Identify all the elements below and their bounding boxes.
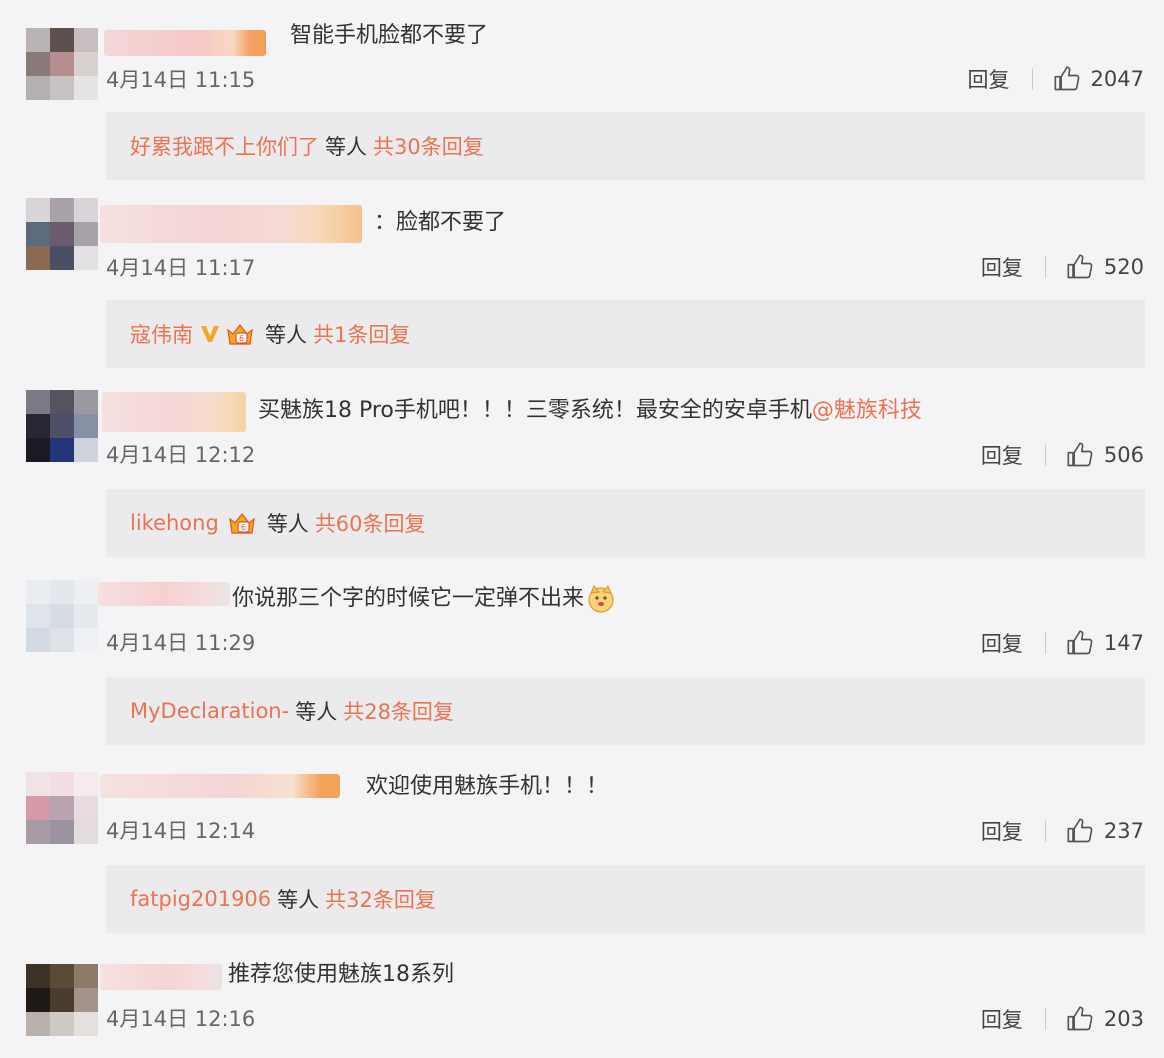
divider xyxy=(1031,68,1033,90)
like-button[interactable]: 237 xyxy=(1066,817,1144,845)
thumbs-up-icon xyxy=(1067,630,1093,655)
svg-text:6: 6 xyxy=(241,523,246,532)
username-blurred[interactable] xyxy=(104,30,266,56)
reply-button[interactable]: 回复 xyxy=(981,816,1023,846)
timestamp: 4月14日 11:15 xyxy=(106,68,256,92)
comment-text: 你说那三个字的时候它一定弹不出来 xyxy=(232,584,616,614)
doge-emoji-icon xyxy=(586,584,616,614)
reply-summary[interactable]: 好累我跟不上你们了 等人 共30条回复 xyxy=(106,112,1145,180)
like-count: 147 xyxy=(1103,631,1144,655)
thumbs-up-icon xyxy=(1054,66,1079,91)
comment-body: 你说那三个字的时候它一定弹不出来 xyxy=(232,586,585,611)
avatar[interactable] xyxy=(26,198,98,270)
comment-text: 买魅族18 Pro手机吧！！！三零系统！最安全的安卓手机@魅族科技 xyxy=(258,396,922,426)
divider xyxy=(1044,256,1046,278)
svg-text:6: 6 xyxy=(239,334,244,343)
reply-connector: 等人 xyxy=(277,888,320,912)
divider xyxy=(1044,632,1046,654)
reply-connector: 等人 xyxy=(295,700,338,724)
reply-summary[interactable]: likehong 6 等人 共60条回复 xyxy=(106,489,1145,557)
thumbs-up-icon xyxy=(1067,442,1093,467)
reply-usernames[interactable]: 寇伟南 xyxy=(130,319,193,349)
divider xyxy=(1044,820,1046,842)
reply-button[interactable]: 回复 xyxy=(968,64,1010,94)
reply-count-link[interactable]: 共30条回复 xyxy=(373,131,484,161)
like-button[interactable]: 147 xyxy=(1066,629,1144,657)
like-count: 506 xyxy=(1103,443,1144,467)
avatar[interactable] xyxy=(26,580,98,652)
comment-text: 欢迎使用魅族手机！！！ xyxy=(366,774,609,799)
divider xyxy=(1044,444,1046,466)
comment-actions: 回复 237 xyxy=(981,816,1144,846)
like-count: 2047 xyxy=(1090,67,1144,91)
like-button[interactable]: 520 xyxy=(1066,253,1144,281)
like-count: 237 xyxy=(1103,819,1144,843)
reply-summary[interactable]: MyDeclaration- 等人 共28条回复 xyxy=(106,677,1145,745)
reply-summary[interactable]: fatpig201906 等人 共32条回复 xyxy=(106,865,1145,933)
comment-body: 买魅族18 Pro手机吧！！！三零系统！最安全的安卓手机 xyxy=(258,398,812,423)
avatar[interactable] xyxy=(26,390,98,462)
like-count: 203 xyxy=(1103,1007,1144,1031)
username-blurred[interactable] xyxy=(102,392,246,432)
reply-usernames[interactable]: 好累我跟不上你们了 xyxy=(130,131,319,161)
reply-count-link[interactable]: 共1条回复 xyxy=(313,319,410,349)
reply-count-link[interactable]: 共28条回复 xyxy=(343,696,454,726)
reply-connector: 等人 xyxy=(266,512,309,536)
comment-text: 推荐您使用魅族18系列 xyxy=(228,962,454,987)
like-button[interactable]: 2047 xyxy=(1053,65,1144,93)
username-blurred[interactable] xyxy=(100,205,362,243)
comment-text: 智能手机脸都不要了 xyxy=(290,23,489,48)
like-button[interactable]: 203 xyxy=(1066,1005,1144,1033)
timestamp: 4月14日 11:29 xyxy=(106,631,256,655)
reply-button[interactable]: 回复 xyxy=(981,252,1023,282)
timestamp: 4月14日 11:17 xyxy=(106,256,256,280)
thumbs-up-icon xyxy=(1067,1006,1093,1031)
username-blurred[interactable] xyxy=(98,582,230,606)
mention-link[interactable]: @魅族科技 xyxy=(812,398,922,423)
reply-usernames[interactable]: likehong xyxy=(130,511,219,535)
username-blurred[interactable] xyxy=(100,964,222,990)
vip-crown-icon: 6 xyxy=(225,321,255,347)
reply-connector: 等人 xyxy=(325,135,367,159)
reply-button[interactable]: 回复 xyxy=(981,440,1023,470)
comment-text: ：脸都不要了 xyxy=(374,210,507,235)
comment-actions: 回复 203 xyxy=(981,1004,1144,1034)
comment-actions: 回复 2047 xyxy=(968,64,1144,94)
avatar[interactable] xyxy=(26,964,98,1036)
divider xyxy=(1044,1008,1046,1030)
thumbs-up-icon xyxy=(1067,818,1093,843)
reply-count-link[interactable]: 共60条回复 xyxy=(315,508,426,538)
reply-button[interactable]: 回复 xyxy=(981,628,1023,658)
like-button[interactable]: 506 xyxy=(1066,441,1144,469)
avatar[interactable] xyxy=(26,772,98,844)
timestamp: 4月14日 12:14 xyxy=(106,819,256,843)
reply-count-link[interactable]: 共32条回复 xyxy=(325,884,436,914)
reply-usernames[interactable]: MyDeclaration- xyxy=(130,699,289,723)
reply-summary[interactable]: 寇伟南 6 等人 共1条回复 xyxy=(106,300,1145,368)
reply-connector: 等人 xyxy=(265,323,307,347)
timestamp: 4月14日 12:12 xyxy=(106,443,256,467)
vip-crown-icon: 6 xyxy=(227,510,257,536)
avatar[interactable] xyxy=(26,28,98,100)
comment-actions: 回复 520 xyxy=(981,252,1144,282)
like-count: 520 xyxy=(1103,255,1144,279)
username-blurred[interactable] xyxy=(100,774,340,798)
timestamp: 4月14日 12:16 xyxy=(106,1007,256,1031)
comment-actions: 回复 147 xyxy=(981,628,1144,658)
thumbs-up-icon xyxy=(1067,254,1093,279)
reply-button[interactable]: 回复 xyxy=(981,1004,1023,1034)
verified-v-icon xyxy=(199,323,221,345)
comment-actions: 回复 506 xyxy=(981,440,1144,470)
reply-usernames[interactable]: fatpig201906 xyxy=(130,887,271,911)
